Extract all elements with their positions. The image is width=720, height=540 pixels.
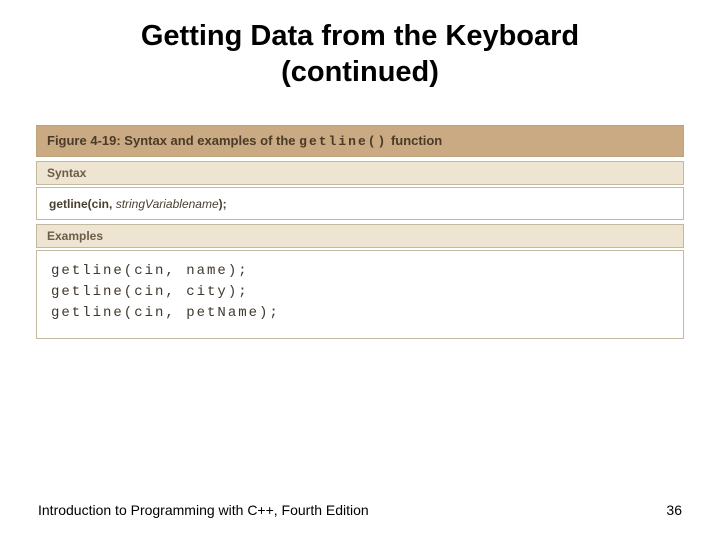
syntax-part-ital: stringVariablename (116, 197, 219, 211)
slide: Getting Data from the Keyboard (continue… (0, 0, 720, 540)
figure-block: Figure 4-19: Syntax and examples of the … (36, 125, 684, 339)
footer-text: Introduction to Programming with C++, Fo… (38, 502, 369, 518)
page-number: 36 (666, 502, 682, 518)
slide-title: Getting Data from the Keyboard (continue… (0, 18, 720, 91)
syntax-label: Syntax (36, 161, 684, 185)
syntax-line: getline(cin, stringVariablename); (49, 197, 227, 211)
title-line-2: (continued) (0, 54, 720, 90)
example-line: getline(cin, petName); (51, 303, 669, 324)
figure-caption-code: getline() (299, 134, 387, 149)
syntax-body: getline(cin, stringVariablename); (36, 187, 684, 220)
example-line: getline(cin, city); (51, 282, 669, 303)
example-line: getline(cin, name); (51, 261, 669, 282)
figure-caption-suffix: function (387, 133, 442, 148)
figure-caption-prefix: Figure 4-19: Syntax and examples of the (47, 133, 299, 148)
title-line-1: Getting Data from the Keyboard (0, 18, 720, 54)
examples-label: Examples (36, 224, 684, 248)
figure-caption: Figure 4-19: Syntax and examples of the … (36, 125, 684, 157)
examples-body: getline(cin, name); getline(cin, city); … (36, 250, 684, 339)
syntax-part-b: ); (219, 197, 227, 211)
slide-footer: Introduction to Programming with C++, Fo… (38, 502, 682, 518)
syntax-part-a: getline(cin, (49, 197, 116, 211)
